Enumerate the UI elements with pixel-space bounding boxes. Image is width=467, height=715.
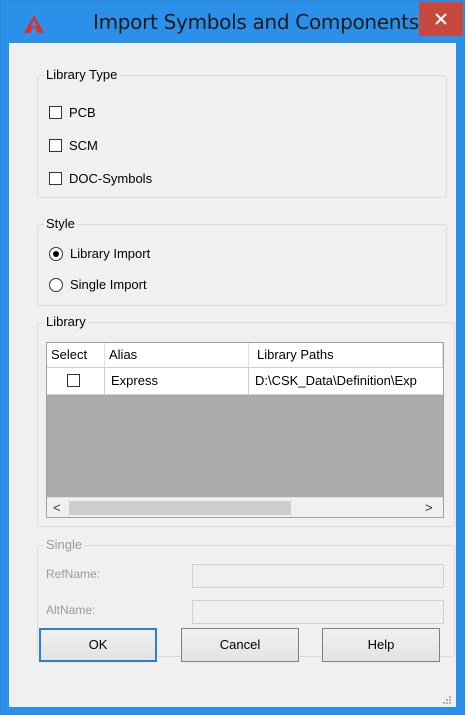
refname-label: RefName:: [46, 567, 101, 581]
column-header-select[interactable]: Select: [47, 343, 105, 367]
close-button[interactable]: [419, 2, 463, 36]
doc-symbols-checkbox[interactable]: [49, 172, 62, 185]
grid-header: Select Alias Library Paths: [47, 343, 443, 368]
pcb-checkbox[interactable]: [49, 106, 62, 119]
scrollbar-thumb[interactable]: [69, 501, 291, 515]
dialog-title: Import Symbols and Components: [93, 10, 419, 34]
library-type-group: Library Type PCB SCM DOC-Symbols: [37, 67, 447, 198]
title-bar[interactable]: Import Symbols and Components: [1, 1, 464, 43]
library-grid[interactable]: Select Alias Library Paths Express D:\CS…: [46, 342, 444, 518]
style-group: Style Library Import Single Import: [37, 216, 447, 306]
library-path-cell: D:\CSK_Data\Definition\Exp: [255, 373, 417, 388]
dialog-body: Library Type PCB SCM DOC-Symbols Style L…: [9, 43, 456, 707]
dialog-window: Import Symbols and Components Library Ty…: [0, 0, 465, 715]
altname-input[interactable]: [192, 600, 444, 624]
single-import-label: Single Import: [70, 277, 147, 292]
resize-grip-icon[interactable]: [442, 695, 452, 705]
single-import-radio-option[interactable]: Single Import: [49, 277, 147, 292]
ok-button[interactable]: OK: [39, 628, 157, 662]
pcb-checkbox-option[interactable]: PCB: [49, 105, 96, 120]
library-group: Library Select Alias Library Paths Expre…: [37, 314, 455, 527]
library-legend: Library: [44, 314, 88, 329]
table-row[interactable]: Express D:\CSK_Data\Definition\Exp: [47, 368, 443, 395]
scroll-right-icon[interactable]: >: [425, 500, 433, 515]
library-type-legend: Library Type: [44, 67, 120, 82]
close-icon: [435, 13, 447, 25]
column-header-alias[interactable]: Alias: [105, 343, 249, 367]
horizontal-scrollbar[interactable]: < >: [47, 497, 443, 517]
doc-symbols-checkbox-option[interactable]: DOC-Symbols: [49, 171, 152, 186]
scroll-left-icon[interactable]: <: [53, 500, 61, 515]
cancel-button[interactable]: Cancel: [181, 628, 299, 662]
scm-checkbox[interactable]: [49, 139, 62, 152]
library-import-label: Library Import: [70, 246, 151, 261]
pcb-label: PCB: [69, 105, 96, 120]
doc-symbols-label: DOC-Symbols: [69, 171, 153, 186]
single-import-radio[interactable]: [49, 277, 63, 292]
refname-input[interactable]: [192, 564, 444, 588]
single-legend: Single: [44, 537, 85, 552]
library-import-radio[interactable]: [49, 246, 63, 261]
scm-label: SCM: [69, 138, 98, 153]
alias-cell: Express: [105, 368, 249, 394]
library-import-radio-option[interactable]: Library Import: [49, 246, 150, 261]
help-button[interactable]: Help: [322, 628, 440, 662]
scm-checkbox-option[interactable]: SCM: [49, 138, 98, 153]
style-legend: Style: [44, 216, 77, 231]
app-logo-icon: [24, 15, 44, 33]
row-select-checkbox[interactable]: [67, 374, 80, 387]
column-header-library-paths[interactable]: Library Paths: [249, 343, 443, 367]
altname-label: AltName:: [46, 603, 96, 617]
select-cell[interactable]: [47, 368, 105, 394]
